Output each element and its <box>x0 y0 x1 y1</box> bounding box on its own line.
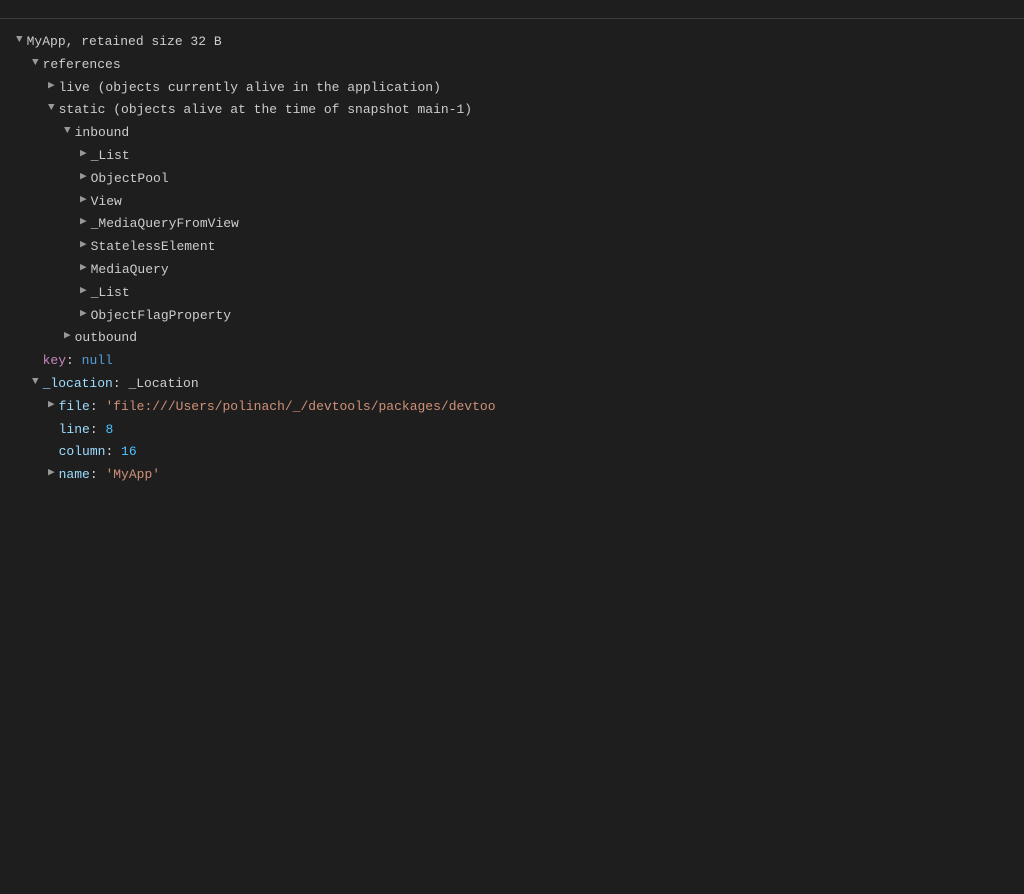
tree-node[interactable]: static (objects alive at the time of sna… <box>0 99 1024 122</box>
tree-toggle-icon[interactable] <box>64 123 71 141</box>
tree-toggle-icon[interactable] <box>48 100 55 118</box>
tree-node[interactable]: _List <box>0 282 1024 305</box>
tree-toggle-icon[interactable] <box>80 169 87 187</box>
tree-label: MyApp, retained size 32 B <box>27 32 222 53</box>
console-content: MyApp, retained size 32 Breferenceslive … <box>0 19 1024 894</box>
tree-value: 16 <box>121 442 137 463</box>
tree-toggle-icon[interactable] <box>48 397 55 415</box>
tree-separator: : <box>105 442 121 463</box>
tree-node[interactable]: _MediaQueryFromView <box>0 213 1024 236</box>
tree-toggle-icon[interactable] <box>64 328 71 346</box>
tree-key: key <box>43 351 66 372</box>
tree-toggle-icon[interactable] <box>16 32 23 50</box>
tree-node[interactable]: MediaQuery <box>0 259 1024 282</box>
tree-label: static (objects alive at the time of sna… <box>59 100 472 121</box>
tree-value: 'file:///Users/polinach/_/devtools/packa… <box>105 397 495 418</box>
tree-node[interactable]: name: 'MyApp' <box>0 464 1024 487</box>
tree-toggle-icon[interactable] <box>48 78 55 96</box>
tree-toggle-icon[interactable] <box>80 237 87 255</box>
tree-label: ObjectFlagProperty <box>91 306 231 327</box>
tree-node[interactable]: _location: _Location <box>0 373 1024 396</box>
tree-toggle-icon[interactable] <box>80 283 87 301</box>
tree-node[interactable]: ObjectFlagProperty <box>0 305 1024 328</box>
tree-value: _Location <box>128 374 198 395</box>
tree-key: column <box>59 442 106 463</box>
tree-toggle-icon[interactable] <box>48 465 55 483</box>
tree-key: _location <box>43 374 113 395</box>
tree-label: outbound <box>75 328 137 349</box>
tree-separator: : <box>90 420 106 441</box>
tree-value: null <box>82 351 113 372</box>
tree-label: StatelessElement <box>91 237 216 258</box>
tree-node[interactable]: StatelessElement <box>0 236 1024 259</box>
tree-node: ▶column: 16 <box>0 441 1024 464</box>
tree-node[interactable]: outbound <box>0 327 1024 350</box>
tree-label: MediaQuery <box>91 260 169 281</box>
tree-toggle-icon[interactable] <box>80 306 87 324</box>
tree-toggle-icon[interactable] <box>80 146 87 164</box>
tree-label: references <box>43 55 121 76</box>
tree-node[interactable]: file: 'file:///Users/polinach/_/devtools… <box>0 396 1024 419</box>
tree-node: ▶line: 8 <box>0 419 1024 442</box>
tree-key: file <box>59 397 90 418</box>
tree-node[interactable]: ObjectPool <box>0 168 1024 191</box>
tree-node[interactable]: references <box>0 54 1024 77</box>
tree-value: 8 <box>105 420 113 441</box>
tree-node[interactable]: MyApp, retained size 32 B <box>0 31 1024 54</box>
tree-label: live (objects currently alive in the app… <box>59 78 441 99</box>
tree-node[interactable]: inbound <box>0 122 1024 145</box>
tree-toggle-icon[interactable] <box>80 192 87 210</box>
tree-toggle-icon[interactable] <box>80 260 87 278</box>
console-header <box>0 0 1024 19</box>
tree-node[interactable]: live (objects currently alive in the app… <box>0 77 1024 100</box>
tree-key: name <box>59 465 90 486</box>
tree-separator: : <box>66 351 82 372</box>
tree-label: _MediaQueryFromView <box>91 214 239 235</box>
tree-label: View <box>91 192 122 213</box>
tree-toggle-icon[interactable] <box>80 214 87 232</box>
tree-separator: : <box>90 465 106 486</box>
tree-node[interactable]: _List <box>0 145 1024 168</box>
tree-separator: : <box>90 397 106 418</box>
tree-label: _List <box>91 146 130 167</box>
tree-toggle-icon[interactable] <box>32 55 39 73</box>
tree-toggle-icon[interactable] <box>32 374 39 392</box>
tree-label: _List <box>91 283 130 304</box>
tree-node: ▶key: null <box>0 350 1024 373</box>
tree-node[interactable]: View <box>0 191 1024 214</box>
console-panel: MyApp, retained size 32 Breferenceslive … <box>0 0 1024 894</box>
tree-separator: : <box>113 374 129 395</box>
tree-label: ObjectPool <box>91 169 169 190</box>
tree-value: 'MyApp' <box>105 465 160 486</box>
tree-label: inbound <box>75 123 130 144</box>
tree-key: line <box>59 420 90 441</box>
